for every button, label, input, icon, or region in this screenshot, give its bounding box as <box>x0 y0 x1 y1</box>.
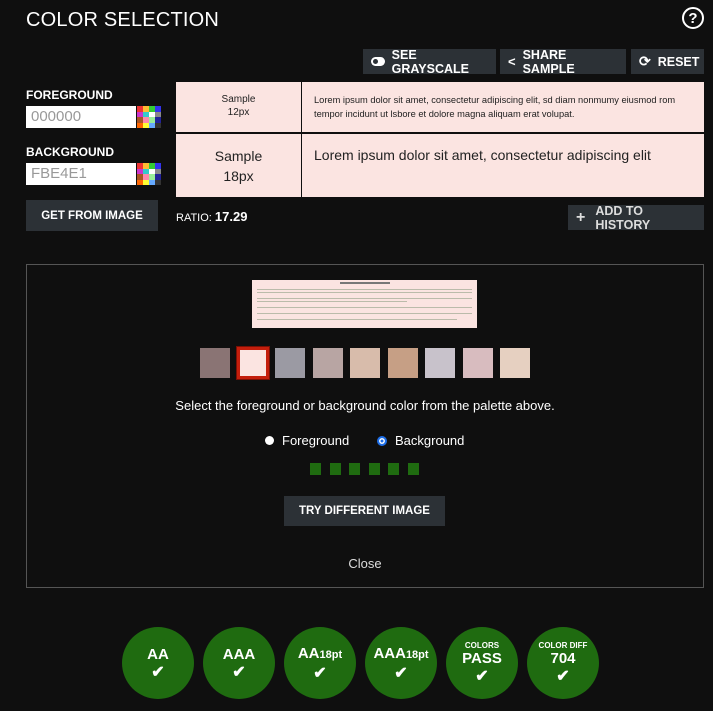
page-title: COLOR SELECTION <box>26 9 220 31</box>
foreground-palette-icon[interactable] <box>137 106 161 128</box>
picker-instructions: Select the foreground or background colo… <box>175 398 555 413</box>
foreground-input[interactable]: 000000 <box>26 106 136 128</box>
see-grayscale-label: SEE GRAYSCALE <box>391 47 469 76</box>
uploaded-image-preview[interactable] <box>252 280 477 328</box>
close-link[interactable]: Close <box>26 556 704 571</box>
progress-square <box>329 463 341 475</box>
ratio-display: RATIO: 17.29 <box>176 209 247 224</box>
palette-swatch[interactable] <box>350 348 380 378</box>
progress-square <box>407 463 419 475</box>
palette-swatch[interactable] <box>462 348 493 378</box>
progress-square <box>349 463 360 475</box>
help-icon[interactable]: ? <box>682 7 704 29</box>
foreground-radio-label: Foreground <box>282 433 350 448</box>
sample-12px-label: Sample 12px <box>176 82 301 132</box>
ratio-value: 17.29 <box>214 209 248 224</box>
badge-caption: COLORS <box>464 641 500 650</box>
sample-12px-size: 12px <box>227 107 250 118</box>
plus-icon: + <box>576 208 586 226</box>
check-icon: ✔ <box>394 664 408 682</box>
badge-suffix: 18pt <box>319 648 343 661</box>
try-different-image-button[interactable]: TRY DIFFERENT IMAGE <box>284 496 445 526</box>
progress-square <box>310 463 321 475</box>
background-label: BACKGROUND <box>26 145 114 159</box>
badge-value: AAA18pt <box>373 644 429 662</box>
share-sample-label: SHARE SAMPLE <box>522 47 575 76</box>
palette-swatch[interactable] <box>387 348 418 378</box>
badge-value: AA18pt <box>297 644 343 662</box>
sample-12px-text: Lorem ipsum dolor sit amet, consectetur … <box>302 82 704 132</box>
ratio-label: RATIO: <box>176 212 212 224</box>
check-icon: ✔ <box>556 668 570 685</box>
palette-swatch[interactable] <box>425 348 455 378</box>
foreground-radio-dot[interactable] <box>265 436 274 445</box>
reset-label: RESET <box>657 54 700 69</box>
palette-swatch[interactable] <box>312 348 343 378</box>
palette-swatch[interactable] <box>200 348 230 378</box>
foreground-radio[interactable]: Foreground <box>265 433 349 448</box>
result-badge: AA18pt ✔ <box>284 627 356 699</box>
check-icon: ✔ <box>151 663 165 681</box>
background-radio-dot[interactable] <box>377 435 387 446</box>
share-sample-button[interactable]: < SHARE SAMPLE <box>500 47 626 76</box>
add-to-history-label: ADD TO HISTORY <box>595 203 651 232</box>
background-input[interactable]: FBE4E1 <box>26 163 136 185</box>
progress-square <box>368 463 380 475</box>
badge-value: 704 <box>550 650 576 667</box>
sample-18px-text: Lorem ipsum dolor sit amet, consectetur … <box>302 134 704 197</box>
badge-value: PASS <box>462 650 502 667</box>
badge-value: AAA <box>222 645 256 663</box>
foreground-label: FOREGROUND <box>26 88 113 102</box>
add-to-history-button[interactable]: + ADD TO HISTORY <box>568 203 704 232</box>
share-icon: < <box>508 54 516 69</box>
progress-square <box>388 463 399 475</box>
check-icon: ✔ <box>475 668 489 685</box>
result-badge: AAA ✔ <box>203 627 275 699</box>
palette-swatch[interactable] <box>500 348 530 378</box>
result-badge: COLOR DIFF 704 ✔ <box>527 627 599 699</box>
sample-18px-label: Sample 18px <box>176 134 301 197</box>
sample-18px-size: 18px <box>223 168 254 184</box>
background-radio-label: Background <box>395 433 465 448</box>
toggle-icon <box>371 57 385 66</box>
palette-swatch[interactable] <box>236 347 269 379</box>
result-badge: AA ✔ <box>122 627 194 699</box>
background-palette-icon[interactable] <box>137 163 161 185</box>
check-icon: ✔ <box>232 663 246 681</box>
background-radio[interactable]: Background <box>377 433 464 448</box>
palette-swatch[interactable] <box>275 348 305 378</box>
sample-12px-title: Sample <box>221 94 256 105</box>
result-badge: COLORS PASS ✔ <box>446 627 518 699</box>
badge-caption: COLOR DIFF <box>538 641 588 650</box>
refresh-icon: ⟳ <box>639 53 651 69</box>
get-from-image-button[interactable]: GET FROM IMAGE <box>26 200 158 231</box>
see-grayscale-button[interactable]: SEE GRAYSCALE <box>363 47 496 76</box>
sample-18px-title: Sample <box>214 148 263 164</box>
check-icon: ✔ <box>313 664 327 682</box>
badge-value: AA <box>147 645 169 663</box>
badge-suffix: 18pt <box>405 648 429 661</box>
result-badge: AAA18pt ✔ <box>365 627 437 699</box>
reset-button[interactable]: ⟳ RESET <box>631 49 704 74</box>
